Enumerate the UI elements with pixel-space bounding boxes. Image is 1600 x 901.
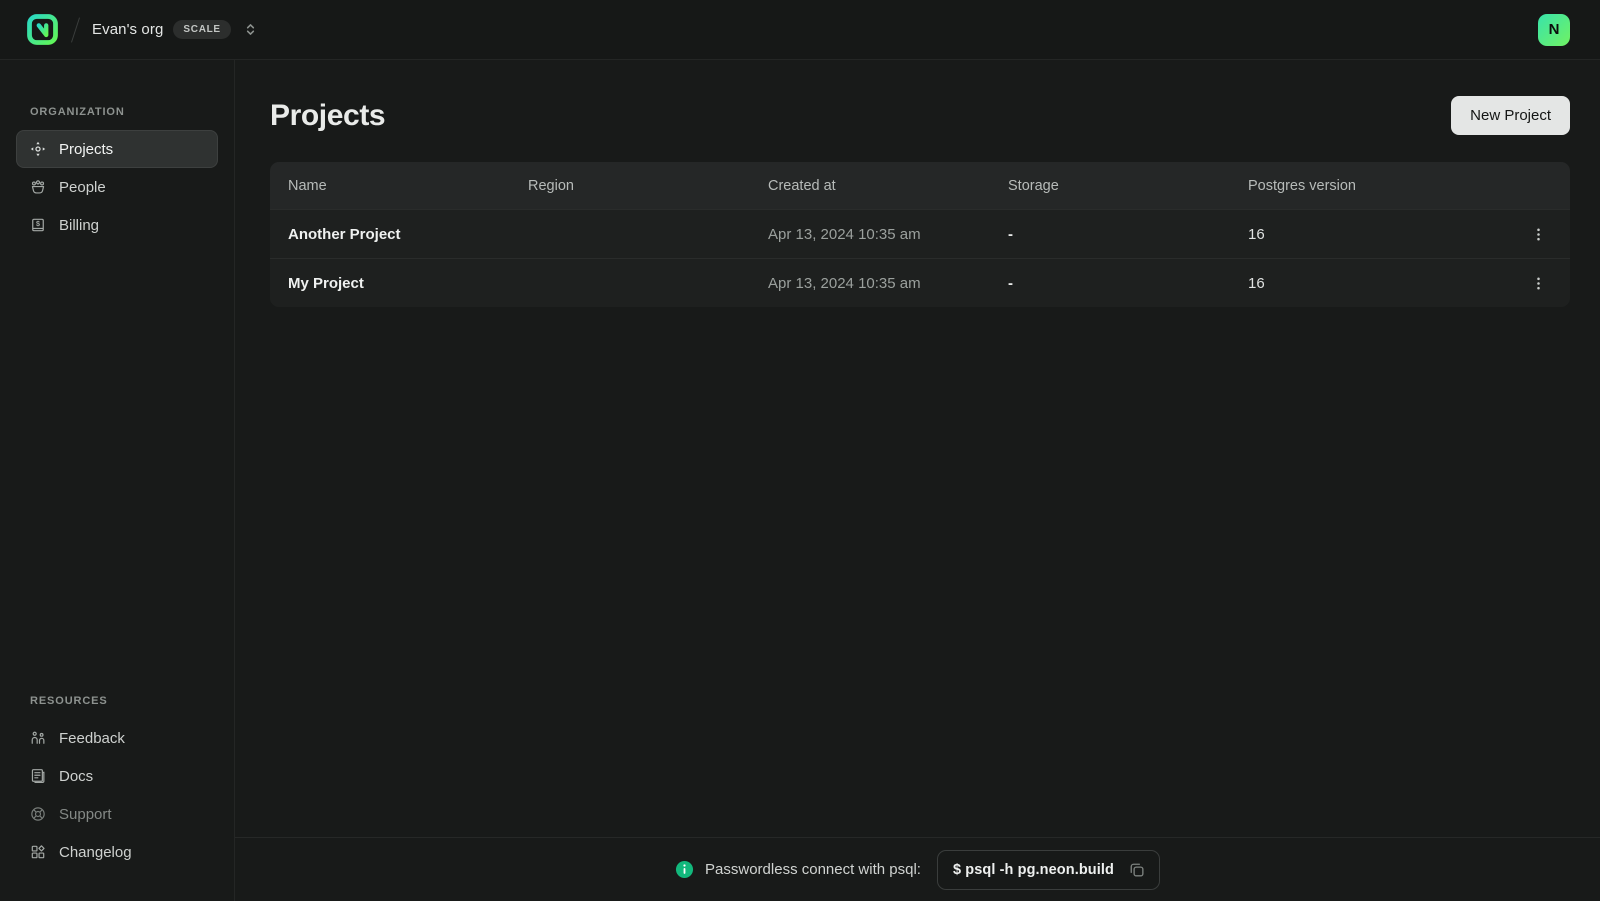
table-header-row: NameRegionCreated atStoragePostgres vers… (270, 162, 1570, 209)
cell-postgres-version: 16 (1230, 226, 1506, 243)
row-menu-kebab-icon[interactable] (1522, 218, 1554, 250)
sidebar-item-docs[interactable]: Docs (16, 757, 218, 795)
row-menu-kebab-icon[interactable] (1522, 267, 1554, 299)
changelog-icon (29, 843, 47, 861)
avatar[interactable]: N (1538, 14, 1570, 46)
footer-banner: Passwordless connect with psql: $ psql -… (235, 837, 1600, 901)
breadcrumb-divider (71, 17, 80, 42)
main-content: Projects New Project NameRegionCreated a… (235, 60, 1600, 837)
cell-created-at: Apr 13, 2024 10:35 am (750, 226, 990, 243)
sidebar-item-projects[interactable]: Projects (16, 130, 218, 168)
column-header-created-at: Created at (750, 178, 990, 194)
chevron-updown-icon (243, 22, 258, 37)
page-title: Projects (270, 99, 385, 133)
sidebar-item-label: Feedback (59, 730, 125, 747)
sidebar-item-changelog[interactable]: Changelog (16, 833, 218, 871)
neon-logo[interactable] (26, 13, 59, 46)
cell-postgres-version: 16 (1230, 275, 1506, 292)
cell-name: Another Project (270, 226, 510, 243)
org-name: Evan's org (92, 21, 163, 38)
org-switcher[interactable]: Evan's org SCALE (92, 20, 258, 39)
sidebar-item-label: Changelog (59, 844, 132, 861)
sidebar-item-label: Docs (59, 768, 93, 785)
projects-table: NameRegionCreated atStoragePostgres vers… (270, 162, 1570, 307)
table-row[interactable]: Another Project Apr 13, 2024 10:35 am-16 (270, 209, 1570, 258)
billing-icon: $ (29, 216, 47, 234)
sidebar-item-feedback[interactable]: Feedback (16, 719, 218, 757)
organization-section-label: ORGANIZATION (30, 106, 204, 118)
sidebar-item-billing[interactable]: $ Billing (16, 206, 218, 244)
topbar: Evan's org SCALE N (0, 0, 1600, 60)
plan-badge: SCALE (173, 20, 230, 39)
footer-message: Passwordless connect with psql: (705, 861, 921, 878)
sidebar-item-people[interactable]: People (16, 168, 218, 206)
table-body: Another ProjectApr 13, 2024 10:35 am-16M… (270, 209, 1570, 307)
organization-nav: Projects People $ Billing (16, 130, 218, 244)
sidebar: ORGANIZATION Projects People $ Billing RESO… (0, 60, 235, 901)
sidebar-section-organization: ORGANIZATION Projects People $ Billing (16, 76, 218, 244)
psql-command-box: $ psql -h pg.neon.build (937, 850, 1160, 890)
brand-area: Evan's org SCALE (26, 13, 258, 46)
new-project-button[interactable]: New Project (1451, 96, 1570, 135)
support-icon (29, 805, 47, 823)
avatar-letter: N (1549, 21, 1560, 38)
sidebar-item-label: Support (59, 806, 112, 823)
feedback-icon (29, 729, 47, 747)
cell-created-at: Apr 13, 2024 10:35 am (750, 275, 990, 292)
column-header-storage: Storage (990, 178, 1230, 194)
resources-section-label: RESOURCES (30, 695, 204, 707)
sidebar-item-label: Projects (59, 141, 113, 158)
column-header-region: Region (510, 178, 750, 194)
compass-icon (29, 140, 47, 158)
cell-name: My Project (270, 275, 510, 292)
column-header-postgres-version: Postgres version (1230, 178, 1506, 194)
docs-icon (29, 767, 47, 785)
info-icon (675, 860, 694, 879)
cell-storage: - (990, 226, 1230, 243)
sidebar-item-support[interactable]: Support (16, 795, 218, 833)
table-row[interactable]: My Project Apr 13, 2024 10:35 am-16 (270, 258, 1570, 307)
psql-command: $ psql -h pg.neon.build (953, 862, 1114, 878)
cell-storage: - (990, 275, 1230, 292)
column-header-name: Name (270, 178, 510, 194)
resources-nav: Feedback Docs Support Changelog (16, 719, 218, 871)
sidebar-section-resources: RESOURCES Feedback Docs Support Changelog (16, 665, 218, 871)
people-icon (29, 178, 47, 196)
sidebar-item-label: People (59, 179, 106, 196)
sidebar-item-label: Billing (59, 217, 99, 234)
svg-text:$: $ (36, 220, 40, 228)
copy-icon[interactable] (1126, 859, 1148, 881)
